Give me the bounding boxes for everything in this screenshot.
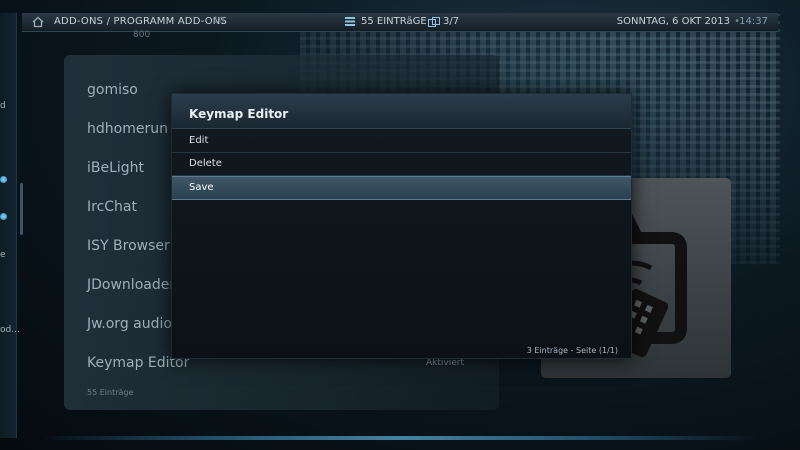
decorative-number: 10 — [213, 16, 225, 26]
decorative-number: 800 — [133, 30, 151, 40]
menu-item-label: Delete — [189, 158, 222, 169]
list-item[interactable]: IrcChat — [87, 199, 137, 215]
list-icon — [345, 17, 355, 26]
home-icon[interactable] — [32, 16, 44, 28]
left-sidebar-strip — [0, 13, 17, 438]
context-menu-dialog: Keymap Editor Edit Delete Save 3 Einträg… — [171, 93, 632, 359]
clock: 14:37 — [739, 16, 768, 27]
menu-item-edit[interactable]: Edit — [172, 130, 631, 153]
breadcrumb: ADD-ONS / PROGRAMM ADD-ONS — [54, 16, 227, 27]
menu-item-label: Edit — [189, 135, 209, 146]
sidebar-fragment: od... — [0, 325, 20, 335]
list-item[interactable]: JDownloader — [87, 277, 175, 293]
sidebar-dot-icon — [0, 213, 7, 220]
item-count: 55 EINTRäGE — [361, 16, 427, 27]
page-indicator: 3/7 — [443, 16, 460, 27]
list-count: 55 Einträge — [87, 388, 134, 397]
kodi-screen: d e od... ADD-ONS / PROGRAMM ADD-ONS 55 … — [0, 0, 800, 450]
pages-icon — [428, 17, 440, 27]
menu-item-delete[interactable]: Delete — [172, 153, 631, 176]
addon-status: Aktiviert — [426, 358, 464, 368]
dialog-page-info: 3 Einträge - Seite (1/1) — [526, 346, 618, 355]
list-item[interactable]: iBeLight — [87, 160, 144, 176]
bottom-glow-bar — [40, 436, 760, 440]
scrollbar-handle[interactable] — [20, 183, 23, 235]
dialog-title: Keymap Editor — [189, 107, 289, 121]
sidebar-dot-icon — [0, 176, 7, 183]
menu-item-save[interactable]: Save — [172, 176, 631, 200]
list-item[interactable]: gomiso — [87, 82, 138, 98]
menu-item-label: Save — [189, 182, 214, 193]
list-item[interactable]: Jw.org audio/ — [87, 316, 177, 332]
date-display: SONNTAG, 6 OKT 2013 — [616, 16, 730, 27]
sidebar-fragment: e — [0, 250, 6, 260]
dialog-header: Keymap Editor — [172, 94, 631, 129]
list-item[interactable]: hdhomerun — [87, 121, 168, 137]
list-item[interactable]: ISY Browser — [87, 238, 170, 254]
sidebar-fragment: d — [0, 101, 6, 111]
